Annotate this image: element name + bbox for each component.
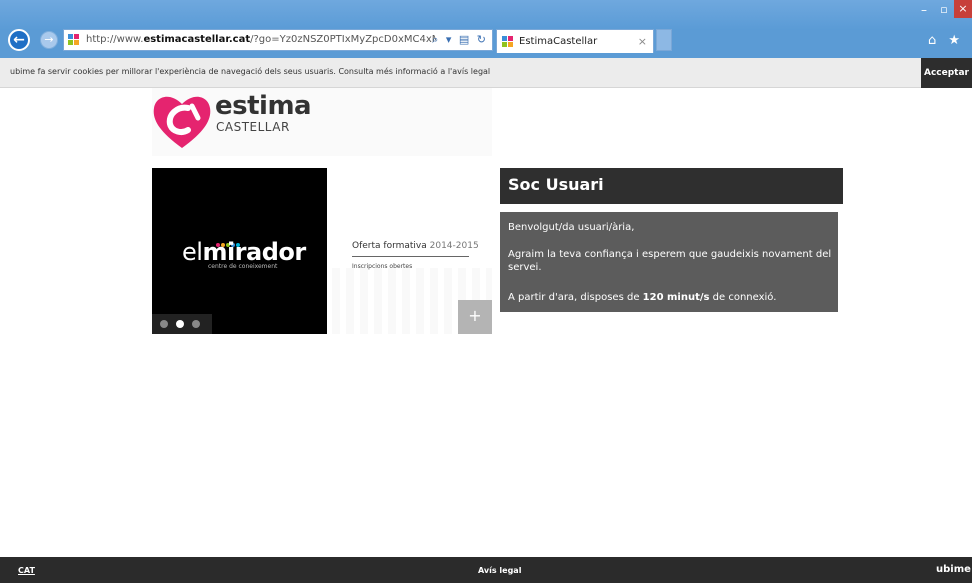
footer-brand: ubime bbox=[936, 564, 971, 575]
tab-title: EstimaCastellar bbox=[519, 36, 598, 47]
maximize-button[interactable]: ▫ bbox=[935, 4, 953, 18]
logo-word-estima: estima bbox=[215, 91, 312, 121]
slider-pagination bbox=[152, 314, 212, 334]
address-tools-icon[interactable]: ⌕ ▾ ▤ ↻ bbox=[432, 30, 488, 50]
forward-button[interactable]: → bbox=[40, 31, 58, 49]
elmirador-logo: elmirador bbox=[182, 238, 306, 266]
close-window-button[interactable]: × bbox=[954, 0, 972, 18]
tab-close-icon[interactable]: × bbox=[638, 30, 647, 53]
greeting-text: Benvolgut/da usuari/ària, bbox=[508, 222, 635, 233]
slider-dot-2[interactable] bbox=[176, 320, 184, 328]
footer: CAT Avís legal ubime bbox=[0, 557, 972, 583]
address-bar[interactable]: http://www.estimacastellar.cat/?go=Yz0zN… bbox=[63, 29, 493, 51]
offer-subtitle: Inscripcions obertes bbox=[352, 263, 413, 270]
user-panel-header: Soc Usuari bbox=[500, 168, 843, 204]
tab-favicon-icon bbox=[502, 36, 515, 48]
user-panel-body: Benvolgut/da usuari/ària, Agraim la teva… bbox=[500, 212, 838, 312]
heart-logo-icon bbox=[153, 96, 211, 148]
offer-divider bbox=[352, 256, 469, 257]
url-text: http://www.estimacastellar.cat/?go=Yz0zN… bbox=[86, 34, 436, 45]
elmirador-subtitle: centre de coneixement bbox=[208, 263, 278, 270]
more-info-button[interactable]: + bbox=[458, 300, 492, 334]
thanks-text: Agraim la teva confiança i esperem que g… bbox=[508, 249, 832, 273]
language-link[interactable]: CAT bbox=[18, 566, 35, 575]
back-button[interactable]: ← bbox=[8, 29, 30, 51]
promo-slider[interactable]: elmirador centre de coneixement Oferta f… bbox=[152, 168, 492, 334]
site-favicon-icon bbox=[68, 34, 81, 46]
new-tab-button[interactable] bbox=[656, 29, 672, 51]
user-panel-title: Soc Usuari bbox=[508, 175, 604, 194]
cookie-bar: ubime fa servir cookies per millorar l'e… bbox=[0, 58, 972, 88]
site-logo[interactable]: estima CASTELLAR bbox=[152, 88, 492, 156]
accept-cookies-button[interactable]: Acceptar bbox=[921, 58, 972, 88]
offer-title: Oferta formativa 2014-2015 bbox=[352, 241, 479, 251]
legal-notice-link[interactable]: Avís legal bbox=[478, 566, 521, 575]
home-favorites-settings-icon[interactable]: ⌂ ★ ⚙ bbox=[928, 33, 972, 48]
tab-estimacastellar[interactable]: EstimaCastellar × bbox=[496, 29, 654, 53]
slide-elmirador[interactable]: elmirador centre de coneixement bbox=[152, 168, 327, 334]
slider-dot-3[interactable] bbox=[192, 320, 200, 328]
minimize-button[interactable]: – bbox=[915, 4, 933, 18]
cookie-text: ubime fa servir cookies per millorar l'e… bbox=[10, 67, 491, 76]
logo-word-castellar: CASTELLAR bbox=[216, 120, 290, 134]
title-bar bbox=[0, 0, 972, 30]
slider-dot-1[interactable] bbox=[160, 320, 168, 328]
connection-time-text: A partir d'ara, disposes de 120 minut/s … bbox=[508, 292, 777, 303]
